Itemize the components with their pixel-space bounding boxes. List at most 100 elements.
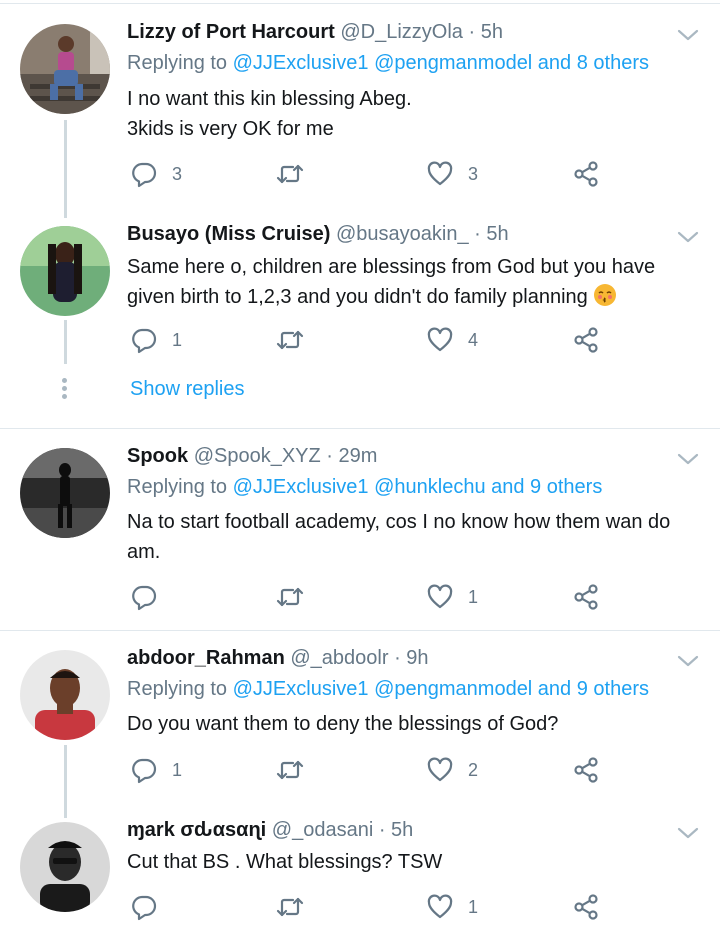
reply-count: 3	[172, 163, 183, 184]
tweet-actions: 1 2	[130, 755, 610, 785]
share-button[interactable]	[572, 582, 600, 612]
tweet-text: Same here o, children are blessings from…	[127, 252, 702, 312]
replying-prefix: Replying to	[127, 52, 233, 74]
timestamp[interactable]: · 5h	[468, 21, 502, 43]
user-handle[interactable]: @busayoakin_	[336, 223, 469, 245]
tweet-divider	[0, 630, 720, 631]
avatar[interactable]	[20, 822, 110, 912]
kissing-face-emoji-icon	[594, 284, 617, 306]
reply-button[interactable]: 1	[130, 755, 182, 785]
timestamp[interactable]: · 9h	[394, 647, 428, 669]
retweet-button[interactable]	[276, 159, 318, 189]
share-icon	[572, 893, 600, 921]
reply-button[interactable]: 3	[130, 159, 182, 189]
user-handle[interactable]: @_odasani	[272, 819, 373, 841]
user-handle[interactable]: @_abdoolr	[290, 647, 388, 669]
like-icon	[426, 583, 454, 611]
chevron-down-icon[interactable]	[676, 825, 700, 841]
retweet-button[interactable]	[276, 582, 318, 612]
thread-line	[64, 745, 67, 818]
share-button[interactable]	[572, 325, 600, 355]
tweet-line: given birth to 1,2,3 and you didn't do f…	[127, 286, 588, 308]
like-button[interactable]: 1	[426, 582, 478, 612]
display-name[interactable]: Spook	[127, 445, 188, 467]
reply-icon	[130, 583, 158, 611]
user-handle[interactable]: @D_LizzyOla	[340, 21, 463, 43]
show-replies-link[interactable]: Show replies	[130, 378, 245, 401]
replying-to: Replying to @JJExclusive1 @pengmanmodel …	[127, 678, 649, 701]
like-button[interactable]: 2	[426, 755, 478, 785]
tweet-line: Same here o, children are blessings from…	[127, 256, 656, 278]
share-button[interactable]	[572, 892, 600, 922]
share-icon	[572, 160, 600, 188]
avatar[interactable]	[20, 226, 110, 316]
display-name[interactable]: abdoor_Rahman	[127, 647, 285, 669]
tweet-line: Cut that BS . What blessings? TSW	[127, 851, 443, 873]
like-count: 2	[468, 759, 479, 780]
timestamp[interactable]: · 5h	[379, 819, 413, 841]
reply-button[interactable]	[130, 892, 172, 922]
thread-line	[64, 120, 67, 218]
like-count: 4	[468, 329, 479, 350]
tweet-actions: 3 3	[130, 159, 610, 189]
tweet-divider	[0, 428, 720, 429]
chevron-down-icon[interactable]	[676, 27, 700, 43]
replying-to: Replying to @JJExclusive1 @hunklechu and…	[127, 476, 602, 499]
mention-link[interactable]: @JJExclusive1 @pengmanmodel and 8 others	[233, 52, 649, 74]
share-button[interactable]	[572, 159, 600, 189]
like-button[interactable]: 1	[426, 892, 478, 922]
tweet-text: Do you want them to deny the blessings o…	[127, 709, 702, 739]
thread-dots	[62, 378, 68, 402]
tweet-text: Na to start football academy, cos I no k…	[127, 507, 702, 567]
like-icon	[426, 326, 454, 354]
thread-line	[64, 320, 67, 364]
display-name[interactable]: ɱark σԃαsαɳi	[127, 819, 266, 841]
display-name[interactable]: Lizzy of Port Harcourt	[127, 21, 335, 43]
chevron-down-icon[interactable]	[676, 451, 700, 467]
retweet-button[interactable]	[276, 325, 318, 355]
retweet-icon	[276, 160, 304, 188]
tweet-actions: 1	[130, 582, 610, 612]
like-icon	[426, 893, 454, 921]
share-icon	[572, 756, 600, 784]
tweet-line: am.	[127, 541, 161, 563]
tweet-header: ɱark σԃαsαɳi @_odasani · 5h	[127, 819, 413, 842]
reply-icon	[130, 756, 158, 784]
user-handle[interactable]: @Spook_XYZ	[194, 445, 321, 467]
reply-icon	[130, 160, 158, 188]
replying-prefix: Replying to	[127, 476, 233, 498]
share-icon	[572, 583, 600, 611]
retweet-icon	[276, 583, 304, 611]
retweet-icon	[276, 893, 304, 921]
mention-link[interactable]: @JJExclusive1 @pengmanmodel and 9 others	[233, 678, 649, 700]
reply-icon	[130, 326, 158, 354]
reply-icon	[130, 893, 158, 921]
like-count: 1	[468, 896, 479, 917]
avatar[interactable]	[20, 650, 110, 740]
avatar[interactable]	[20, 448, 110, 538]
retweet-icon	[276, 326, 304, 354]
top-divider	[0, 3, 720, 4]
reply-button[interactable]	[130, 582, 172, 612]
timestamp[interactable]: · 5h	[474, 223, 508, 245]
chevron-down-icon[interactable]	[676, 653, 700, 669]
timestamp[interactable]: · 29m	[326, 445, 377, 467]
like-button[interactable]: 3	[426, 159, 478, 189]
tweet-text: I no want this kin blessing Abeg. 3kids …	[127, 84, 702, 144]
tweet-header: Spook @Spook_XYZ · 29m	[127, 445, 377, 468]
avatar[interactable]	[20, 24, 110, 114]
chevron-down-icon[interactable]	[676, 229, 700, 245]
mention-link[interactable]: @JJExclusive1 @hunklechu and 9 others	[233, 476, 603, 498]
retweet-button[interactable]	[276, 892, 318, 922]
like-icon	[426, 160, 454, 188]
tweet-line: Do you want them to deny the blessings o…	[127, 713, 559, 735]
tweet-actions: 1	[130, 892, 610, 922]
retweet-button[interactable]	[276, 755, 318, 785]
share-button[interactable]	[572, 755, 600, 785]
reply-button[interactable]: 1	[130, 325, 182, 355]
tweet-line: 3kids is very OK for me	[127, 118, 334, 140]
tweet-actions: 1 4	[130, 325, 610, 355]
display-name[interactable]: Busayo (Miss Cruise)	[127, 223, 330, 245]
retweet-icon	[276, 756, 304, 784]
like-button[interactable]: 4	[426, 325, 478, 355]
